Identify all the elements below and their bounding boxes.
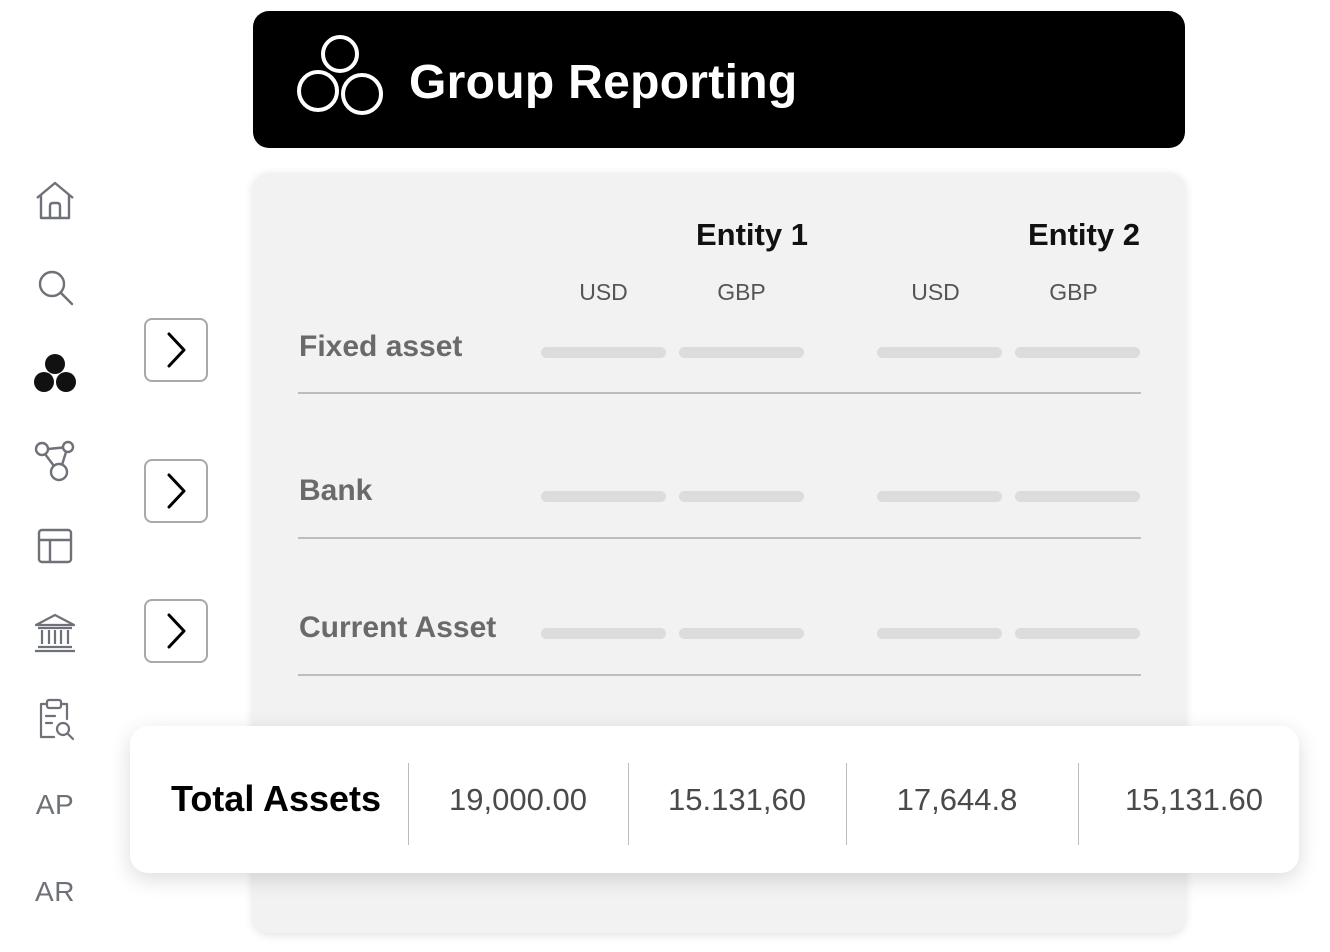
totals-bar: Total Assets 19,000.00 15.131,60 17,644.… <box>130 726 1299 873</box>
nav-ap[interactable]: AP <box>28 778 82 832</box>
value-placeholder <box>877 628 1002 639</box>
page-title: Group Reporting <box>409 56 798 109</box>
table-icon <box>37 528 73 564</box>
search-icon <box>38 270 74 306</box>
value-placeholder <box>679 347 804 358</box>
totals-label: Total Assets <box>171 778 382 819</box>
app-header: Group Reporting <box>253 11 1185 148</box>
currency-header-gbp: GBP <box>1049 279 1098 305</box>
value-placeholder <box>541 628 666 639</box>
row-divider <box>298 392 1141 394</box>
value-placeholder <box>1015 628 1140 639</box>
column-divider <box>628 763 629 845</box>
three-circles-icon <box>297 35 383 115</box>
clipboard-search-icon <box>39 698 75 741</box>
value-placeholder <box>877 347 1002 358</box>
chevron-right-icon <box>167 613 186 649</box>
nav-table[interactable] <box>28 519 82 573</box>
column-divider <box>408 763 409 845</box>
expand-fixed-asset-button[interactable] <box>144 318 208 382</box>
nav-home[interactable] <box>28 173 82 227</box>
currency-header-gbp: GBP <box>717 279 766 305</box>
row-divider <box>298 674 1141 676</box>
nav-ar-label: AR <box>35 876 75 907</box>
nav-ap-label: AP <box>35 789 75 820</box>
expand-bank-button[interactable] <box>144 459 208 523</box>
total-value-entity2-gbp: 15,131.60 <box>1125 782 1263 817</box>
bank-icon <box>34 613 76 653</box>
total-value-entity2-usd: 17,644.8 <box>896 782 1018 817</box>
group-circles-icon <box>34 354 76 392</box>
currency-header-usd: USD <box>579 279 628 305</box>
value-placeholder <box>679 628 804 639</box>
value-placeholder <box>541 491 666 502</box>
entity-2-header: Entity 2 <box>1028 217 1140 252</box>
value-placeholder <box>679 491 804 502</box>
nav-search[interactable] <box>28 260 82 314</box>
value-placeholder <box>877 491 1002 502</box>
expand-current-asset-button[interactable] <box>144 599 208 663</box>
row-divider <box>298 537 1141 539</box>
total-value-entity1-usd: 19,000.00 <box>449 782 587 817</box>
total-value-entity1-gbp: 15.131,60 <box>668 782 806 817</box>
nav-group-reporting[interactable] <box>28 347 82 401</box>
row-label-bank: Bank <box>299 474 373 507</box>
row-label-fixed-asset: Fixed asset <box>299 330 463 363</box>
value-placeholder <box>1015 491 1140 502</box>
value-placeholder <box>541 347 666 358</box>
entity-1-header: Entity 1 <box>696 217 808 252</box>
nav-clipboard-search[interactable] <box>28 693 82 747</box>
home-icon <box>36 181 74 220</box>
nav-ar[interactable]: AR <box>28 865 82 919</box>
chevron-right-icon <box>167 473 186 509</box>
row-label-current-asset: Current Asset <box>299 611 497 644</box>
network-icon <box>34 440 75 482</box>
nav-network[interactable] <box>28 433 82 487</box>
column-divider <box>846 763 847 845</box>
value-placeholder <box>1015 347 1140 358</box>
chevron-right-icon <box>167 332 186 368</box>
nav-bank[interactable] <box>28 606 82 660</box>
column-divider <box>1078 763 1079 845</box>
currency-header-usd: USD <box>911 279 960 305</box>
